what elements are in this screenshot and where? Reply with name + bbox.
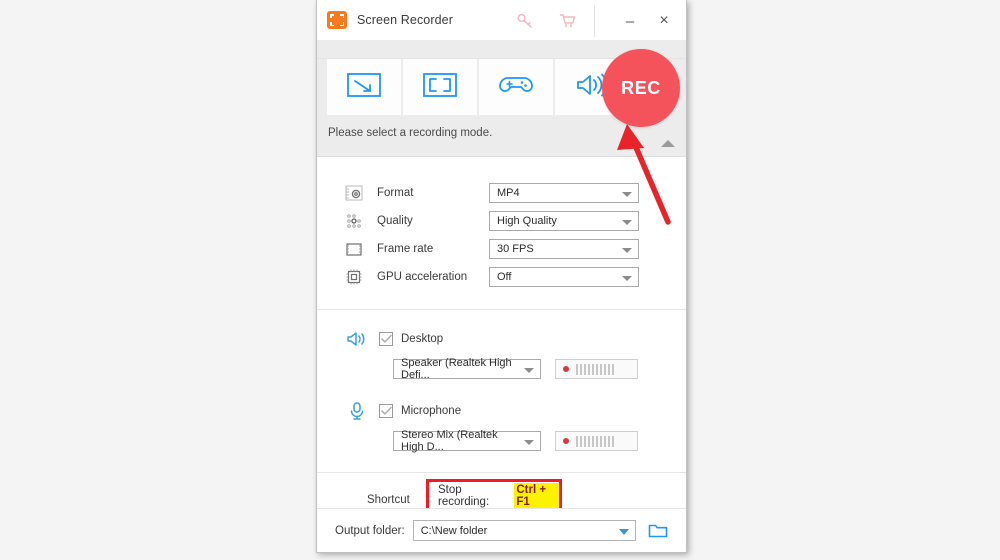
screen-recorder-logo-icon xyxy=(327,11,347,29)
window-title: Screen Recorder xyxy=(357,13,453,27)
folder-icon[interactable] xyxy=(648,522,668,539)
minimize-button[interactable]: – xyxy=(617,8,643,34)
title-bar: Screen Recorder – × xyxy=(317,0,686,41)
desktop-device-row: Speaker (Realtek High Defi... xyxy=(317,356,686,382)
mode-full-screen-button[interactable] xyxy=(403,59,477,115)
shortcut-label: Shortcut xyxy=(367,494,410,506)
microphone-device-dropdown[interactable]: Stereo Mix (Realtek High D... xyxy=(393,429,541,453)
microphone-device-row: Stereo Mix (Realtek High D... xyxy=(317,428,686,454)
chevron-down-icon xyxy=(622,276,632,281)
region-select-icon xyxy=(345,71,383,104)
chevron-down-icon xyxy=(622,248,632,253)
close-button[interactable]: × xyxy=(651,8,677,34)
microphone-icon xyxy=(345,400,369,422)
microphone-device-value: Stereo Mix (Realtek High D... xyxy=(401,429,498,453)
quality-value: High Quality xyxy=(497,215,557,227)
framerate-icon xyxy=(343,238,365,260)
gpu-dropdown[interactable]: Off xyxy=(489,267,639,287)
speaker-icon xyxy=(345,328,369,350)
microphone-volume-meter xyxy=(555,431,638,451)
desktop-audio-row: Desktop xyxy=(317,326,686,352)
microphone-label: Microphone xyxy=(401,405,462,417)
stop-recording-label: Stop recording: xyxy=(438,483,490,508)
quality-dots-icon xyxy=(343,210,365,232)
record-dot-icon xyxy=(563,366,569,372)
framerate-value: 30 FPS xyxy=(497,243,534,255)
gpu-value: Off xyxy=(497,271,512,283)
mode-game-button[interactable] xyxy=(479,59,553,115)
setting-label-gpu: GPU acceleration xyxy=(377,271,468,283)
desktop-audio-label: Desktop xyxy=(401,333,444,345)
screenshot-root: Screen Recorder – × Please select a reco… xyxy=(0,0,1000,560)
microphone-meter-bars xyxy=(576,435,614,447)
cart-icon[interactable] xyxy=(557,10,579,32)
gamepad-icon xyxy=(496,71,536,104)
setting-label-quality: Quality xyxy=(377,215,413,227)
fullscreen-icon xyxy=(421,71,459,104)
desktop-audio-checkbox[interactable] xyxy=(379,332,393,346)
microphone-checkbox[interactable] xyxy=(379,404,393,418)
record-dot-icon xyxy=(563,438,569,444)
output-folder-bar: Output folder: C:\New folder xyxy=(317,508,686,552)
desktop-device-dropdown[interactable]: Speaker (Realtek High Defi... xyxy=(393,357,541,381)
audio-section: Desktop Speaker (Realtek High Defi... Mi… xyxy=(317,310,686,473)
gpu-chip-icon xyxy=(343,266,365,288)
framerate-dropdown[interactable]: 30 FPS xyxy=(489,239,639,259)
red-arrow-annotation xyxy=(617,124,671,225)
mode-custom-region-button[interactable] xyxy=(327,59,401,115)
key-icon[interactable] xyxy=(514,10,536,32)
chevron-down-icon xyxy=(618,529,629,535)
setting-row-framerate: Frame rate 30 FPS xyxy=(317,235,686,263)
rec-button[interactable]: REC xyxy=(602,49,680,127)
desktop-volume-meter xyxy=(555,359,638,379)
output-folder-path: C:\New folder xyxy=(420,524,488,537)
desktop-meter-bars xyxy=(576,363,614,375)
setting-label-framerate: Frame rate xyxy=(377,243,434,255)
microphone-row: Microphone xyxy=(317,398,686,424)
output-folder-label: Output folder: xyxy=(335,524,405,537)
hint-text: Please select a recording mode. xyxy=(328,127,493,139)
format-gear-icon xyxy=(343,182,365,204)
chevron-down-icon xyxy=(524,440,534,445)
chevron-down-icon xyxy=(524,368,534,373)
titlebar-divider xyxy=(594,5,595,37)
stop-recording-keys: Ctrl + F1 xyxy=(514,482,559,509)
format-value: MP4 xyxy=(497,187,520,199)
desktop-device-value: Speaker (Realtek High Defi... xyxy=(401,357,512,381)
setting-row-gpu: GPU acceleration Off xyxy=(317,263,686,291)
setting-label-format: Format xyxy=(377,187,414,199)
output-folder-dropdown[interactable]: C:\New folder xyxy=(412,520,636,541)
